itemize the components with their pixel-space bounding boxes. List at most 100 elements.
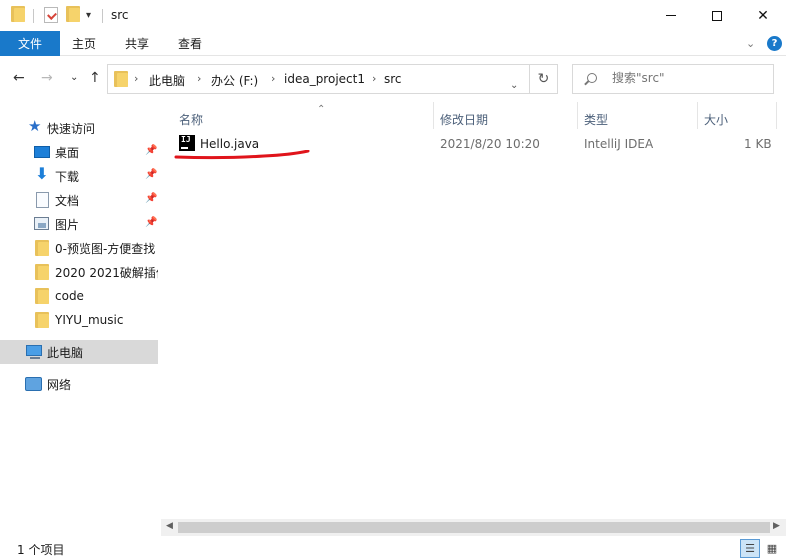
close-icon: ✕ xyxy=(757,7,769,24)
document-icon xyxy=(36,192,49,208)
breadcrumb-this-pc[interactable]: 此电脑 xyxy=(149,72,185,89)
details-view-icon: ☰ xyxy=(745,542,755,555)
chevron-right-icon[interactable]: › xyxy=(372,72,376,85)
refresh-button[interactable]: ↻ xyxy=(530,64,558,94)
download-icon: ⬇ xyxy=(35,164,49,183)
up-button[interactable]: ↑ xyxy=(89,70,101,86)
pin-icon[interactable]: 📌 xyxy=(145,217,157,228)
column-header-type[interactable]: 类型 xyxy=(584,106,694,132)
sidebar-item-label: 下载 xyxy=(55,169,80,184)
expand-ribbon-icon[interactable]: ⌄ xyxy=(746,37,755,50)
minimize-button[interactable] xyxy=(648,0,694,31)
folder-icon xyxy=(35,264,49,280)
column-header-label: 修改日期 xyxy=(440,112,489,127)
sidebar-item-folder[interactable]: YIYU_music xyxy=(0,308,158,332)
chevron-right-icon[interactable]: › xyxy=(197,72,201,85)
column-header-date[interactable]: 修改日期 xyxy=(440,106,570,132)
pictures-icon xyxy=(34,217,49,230)
folder-icon[interactable] xyxy=(11,6,25,22)
intellij-file-icon xyxy=(179,135,195,151)
sidebar-item-this-pc[interactable]: 此电脑 xyxy=(0,340,158,364)
search-input[interactable] xyxy=(612,71,762,85)
file-list: 名称 ⌃ 修改日期 类型 大小 Hello.java 2021/8/20 10:… xyxy=(160,100,786,535)
breadcrumb-drive[interactable]: 办公 (F:) xyxy=(211,72,258,89)
file-date: 2021/8/20 10:20 xyxy=(440,137,540,151)
pin-icon[interactable]: 📌 xyxy=(145,193,157,204)
address-dropdown-icon[interactable]: ⌄ xyxy=(510,80,518,91)
file-name[interactable]: Hello.java xyxy=(200,137,259,151)
file-type: IntelliJ IDEA xyxy=(584,137,654,151)
sidebar-item-label: 文档 xyxy=(55,193,80,208)
title-separator xyxy=(102,9,103,23)
column-header-label: 类型 xyxy=(584,112,609,127)
chevron-right-icon[interactable]: › xyxy=(134,72,138,85)
item-count: 1 个项目 xyxy=(17,543,65,557)
window-title: src xyxy=(111,8,129,22)
computer-icon xyxy=(26,345,42,359)
help-icon[interactable]: ? xyxy=(767,36,782,51)
desktop-icon xyxy=(34,146,50,158)
tab-share[interactable]: 共享 xyxy=(117,31,157,56)
pin-icon[interactable]: 📌 xyxy=(145,169,157,180)
scroll-left-icon[interactable]: ◀ xyxy=(166,521,173,531)
scroll-right-icon[interactable]: ▶ xyxy=(773,521,780,531)
address-bar[interactable]: › 此电脑 › 办公 (F:) › idea_project1 › src ⌄ xyxy=(107,64,530,94)
sidebar-item-folder[interactable]: code xyxy=(0,284,158,308)
status-bar: 1 个项目 ☰ ▦ xyxy=(0,537,786,560)
sidebar-item-quick-access[interactable]: ★ 快速访问 xyxy=(0,116,158,140)
sidebar-item-label: code xyxy=(55,289,84,303)
column-divider[interactable] xyxy=(433,102,434,129)
red-underline-annotation xyxy=(174,150,310,160)
maximize-icon xyxy=(712,10,722,21)
minimize-icon xyxy=(666,15,676,16)
star-icon: ★ xyxy=(28,117,42,135)
scrollbar-thumb[interactable] xyxy=(178,522,770,533)
recent-locations-button[interactable]: ⌄ xyxy=(70,72,78,83)
sidebar-item-pictures[interactable]: 图片 📌 xyxy=(0,212,158,236)
maximize-button[interactable] xyxy=(694,0,740,31)
pin-icon[interactable]: 📌 xyxy=(145,145,157,156)
tab-file[interactable]: 文件 xyxy=(0,31,60,56)
network-icon xyxy=(25,377,42,391)
ribbon: 文件 主页 共享 查看 ⌄ ? xyxy=(0,31,786,56)
breadcrumb-project[interactable]: idea_project1 xyxy=(284,72,365,86)
properties-icon[interactable] xyxy=(44,7,58,23)
folder-icon xyxy=(35,240,49,256)
column-header-label: 名称 xyxy=(179,112,204,127)
customize-quick-access-icon[interactable]: ▾ xyxy=(86,10,91,21)
details-view-button[interactable]: ☰ xyxy=(740,539,760,558)
column-divider[interactable] xyxy=(697,102,698,129)
sidebar-item-label: YIYU_music xyxy=(55,313,124,327)
sidebar-item-folder[interactable]: 2020 2021破解插件 xyxy=(0,260,158,284)
column-divider[interactable] xyxy=(577,102,578,129)
sidebar-item-label: 快速访问 xyxy=(47,121,96,136)
toolbar-separator xyxy=(33,9,34,23)
large-icons-view-button[interactable]: ▦ xyxy=(762,539,782,558)
tab-view[interactable]: 查看 xyxy=(170,31,210,56)
column-header-name[interactable]: 名称 ⌃ xyxy=(179,104,429,132)
sidebar-item-label: 0-预览图-方便查找 xyxy=(55,241,156,256)
column-header-label: 大小 xyxy=(704,112,729,127)
column-header-size[interactable]: 大小 xyxy=(704,106,774,132)
forward-button[interactable]: → xyxy=(41,70,53,86)
folder-icon xyxy=(35,288,49,304)
file-size: 1 KB xyxy=(744,137,772,151)
horizontal-scrollbar[interactable]: ◀ ▶ xyxy=(161,519,786,536)
large-icons-view-icon: ▦ xyxy=(766,542,778,555)
sidebar-item-network[interactable]: 网络 xyxy=(0,372,158,396)
back-button[interactable]: ← xyxy=(13,70,25,86)
new-folder-icon[interactable] xyxy=(66,6,80,22)
sidebar-item-desktop[interactable]: 桌面 📌 xyxy=(0,140,158,164)
close-button[interactable]: ✕ xyxy=(740,0,786,31)
search-box[interactable] xyxy=(572,64,774,94)
navigation-pane: ★ 快速访问 桌面 📌 ⬇ 下载 📌 文档 📌 图片 📌 0-预览图-方便查找 … xyxy=(0,100,160,535)
breadcrumb-src[interactable]: src xyxy=(384,72,402,86)
tab-home[interactable]: 主页 xyxy=(64,31,104,56)
sidebar-item-downloads[interactable]: ⬇ 下载 📌 xyxy=(0,164,158,188)
folder-icon xyxy=(114,71,128,87)
sidebar-item-documents[interactable]: 文档 📌 xyxy=(0,188,158,212)
chevron-right-icon[interactable]: › xyxy=(271,72,275,85)
column-divider[interactable] xyxy=(776,102,777,129)
sidebar-item-folder[interactable]: 0-预览图-方便查找 xyxy=(0,236,158,260)
title-bar: ▾ src ✕ xyxy=(0,0,786,31)
